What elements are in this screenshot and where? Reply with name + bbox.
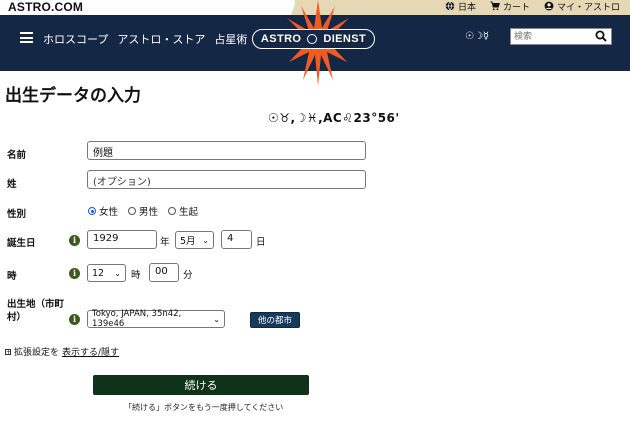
top-link-my-astro[interactable]: マイ・アストロ (544, 0, 620, 13)
gender-event-label: 生起 (179, 207, 199, 218)
birth-month-select[interactable]: 5月 ⌄ (175, 231, 214, 249)
birthplace-label: 出生地（市町村） (7, 299, 65, 323)
nav-link-astrology[interactable]: 占星術 (214, 31, 247, 47)
nav-link-horoscope[interactable]: ホロスコープ (43, 31, 108, 47)
chevron-down-icon: ⌄ (213, 314, 220, 324)
day-unit: 日 (256, 237, 266, 248)
nav-link-astro-store[interactable]: アストロ・ストア (117, 31, 205, 47)
chevron-down-icon: ⌄ (114, 268, 121, 278)
expand-plus-icon[interactable]: + (5, 348, 11, 355)
top-link-language-label: 日本 (457, 2, 476, 13)
chevron-down-icon: ⌄ (202, 235, 209, 245)
radio-female[interactable] (88, 207, 96, 215)
gender-option-event[interactable]: 生起 (168, 204, 198, 218)
search-icon[interactable] (595, 30, 607, 42)
page-title: 出生データの入力 (5, 86, 141, 106)
birth-year-field[interactable]: 1929 (87, 230, 157, 249)
gender-label: 性別 (7, 209, 27, 220)
birthplace-value: Tokyo, JAPAN, 35n42, 139e46 (92, 309, 182, 329)
logo-text-right: DIENST (323, 33, 367, 45)
surname-label: 姓 (7, 179, 17, 190)
birthplace-info-icon[interactable]: i (69, 314, 80, 325)
radio-event[interactable] (168, 207, 177, 215)
page: ASTRO.COM 日本 カート マイ・アストロ ホロスコープ アストロ・ストア… (0, 0, 630, 422)
radio-male[interactable] (128, 207, 137, 215)
top-link-language[interactable]: 日本 (445, 0, 476, 13)
top-link-cart-label: カート (502, 2, 530, 13)
cart-icon (490, 1, 500, 11)
time-label: 時 (7, 271, 17, 282)
chart-symbols: ☉♉,☽♓,AC♌23°56' (268, 111, 400, 125)
hour-unit: 時 (131, 270, 141, 281)
other-city-button[interactable]: 他の都市 (250, 312, 300, 328)
advanced-settings-toggle: + 拡張設定を 表示する/隠す (5, 345, 119, 358)
top-link-my-astro-label: マイ・アストロ (556, 2, 620, 13)
top-link-cart[interactable]: カート (490, 0, 530, 13)
birth-day-field[interactable]: 4 (221, 230, 252, 249)
birthplace-select[interactable]: Tokyo, JAPAN, 35n42, 139e46 ⌄ (87, 309, 225, 329)
continue-hint: 「続ける」ボタンをもう一度押してください (124, 403, 284, 412)
birth-date-info-icon[interactable]: i (69, 235, 80, 246)
name-field[interactable]: 例題 (87, 141, 366, 160)
gender-female-label: 女性 (99, 207, 119, 218)
brand-logo[interactable]: ASTRO.COM (8, 0, 83, 14)
user-icon (544, 1, 554, 11)
search-input[interactable] (511, 29, 595, 44)
gender-option-male[interactable]: 男性 (128, 204, 158, 218)
time-info-icon[interactable]: i (69, 268, 80, 279)
top-links: 日本 カート マイ・アストロ (445, 0, 620, 13)
logo-text-left: ASTRO (260, 33, 302, 45)
gender-options: 女性 男性 生起 (88, 204, 198, 218)
birth-date-label: 誕生日 (7, 238, 36, 249)
search-box (510, 28, 612, 45)
advanced-settings-link[interactable]: 表示する/隠す (62, 345, 119, 358)
nav-links: ホロスコープ アストロ・ストア 占星術 (43, 31, 247, 47)
continue-button[interactable]: 続ける (93, 375, 309, 395)
main-nav: ホロスコープ アストロ・ストア 占星術 ASTRO DIENST ☉☽☿ (0, 0, 630, 86)
logo-dot-icon (307, 34, 318, 44)
planet-symbols: ☉☽☿ (465, 31, 490, 42)
name-label: 名前 (7, 150, 27, 161)
hour-select[interactable]: 12 ⌄ (87, 264, 126, 282)
advanced-settings-prefix: 拡張設定を (14, 348, 60, 358)
hamburger-menu-icon[interactable] (20, 32, 33, 43)
gender-male-label: 男性 (139, 207, 159, 218)
hour-value: 12 (92, 267, 105, 279)
gender-option-female[interactable]: 女性 (88, 204, 118, 218)
astrodienst-logo[interactable]: ASTRO DIENST (252, 29, 375, 49)
birth-month-value: 5月 (180, 236, 196, 247)
surname-field[interactable]: (オプション) (87, 170, 366, 189)
minute-unit: 分 (183, 270, 193, 281)
globe-icon (445, 1, 455, 11)
year-unit: 年 (160, 237, 170, 248)
minute-field[interactable]: 00 (149, 263, 179, 282)
